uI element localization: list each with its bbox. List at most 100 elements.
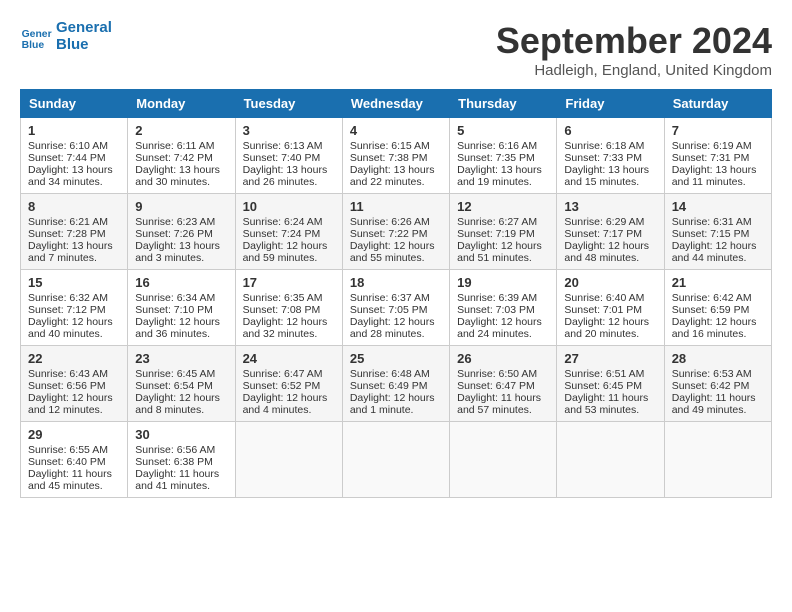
calendar-cell: 4Sunrise: 6:15 AMSunset: 7:38 PMDaylight… xyxy=(342,118,449,194)
weekday-header-tuesday: Tuesday xyxy=(235,90,342,118)
daylight-hours: Daylight: 12 hours and 20 minutes. xyxy=(564,316,656,340)
day-number: 25 xyxy=(350,351,442,366)
sunset-time: Sunset: 7:08 PM xyxy=(243,304,335,316)
sunset-time: Sunset: 7:15 PM xyxy=(672,228,764,240)
calendar-cell: 25Sunrise: 6:48 AMSunset: 6:49 PMDayligh… xyxy=(342,346,449,422)
sunrise-time: Sunrise: 6:51 AM xyxy=(564,368,656,380)
day-number: 18 xyxy=(350,275,442,290)
sunset-time: Sunset: 6:38 PM xyxy=(135,456,227,468)
weekday-header-thursday: Thursday xyxy=(450,90,557,118)
calendar-cell: 19Sunrise: 6:39 AMSunset: 7:03 PMDayligh… xyxy=(450,270,557,346)
day-number: 2 xyxy=(135,123,227,138)
daylight-hours: Daylight: 12 hours and 55 minutes. xyxy=(350,240,442,264)
sunset-time: Sunset: 7:40 PM xyxy=(243,152,335,164)
sunset-time: Sunset: 7:35 PM xyxy=(457,152,549,164)
daylight-hours: Daylight: 12 hours and 16 minutes. xyxy=(672,316,764,340)
calendar-cell xyxy=(664,422,771,498)
calendar-cell: 18Sunrise: 6:37 AMSunset: 7:05 PMDayligh… xyxy=(342,270,449,346)
sunset-time: Sunset: 7:10 PM xyxy=(135,304,227,316)
sunrise-time: Sunrise: 6:39 AM xyxy=(457,292,549,304)
calendar-cell: 2Sunrise: 6:11 AMSunset: 7:42 PMDaylight… xyxy=(128,118,235,194)
daylight-hours: Daylight: 13 hours and 34 minutes. xyxy=(28,164,120,188)
daylight-hours: Daylight: 11 hours and 41 minutes. xyxy=(135,468,227,492)
sunrise-time: Sunrise: 6:48 AM xyxy=(350,368,442,380)
sunrise-time: Sunrise: 6:10 AM xyxy=(28,140,120,152)
calendar-cell: 9Sunrise: 6:23 AMSunset: 7:26 PMDaylight… xyxy=(128,194,235,270)
calendar-cell: 13Sunrise: 6:29 AMSunset: 7:17 PMDayligh… xyxy=(557,194,664,270)
sunrise-time: Sunrise: 6:32 AM xyxy=(28,292,120,304)
day-number: 6 xyxy=(564,123,656,138)
day-number: 4 xyxy=(350,123,442,138)
calendar-cell: 10Sunrise: 6:24 AMSunset: 7:24 PMDayligh… xyxy=(235,194,342,270)
sunrise-time: Sunrise: 6:29 AM xyxy=(564,216,656,228)
day-number: 16 xyxy=(135,275,227,290)
day-number: 28 xyxy=(672,351,764,366)
sunrise-time: Sunrise: 6:56 AM xyxy=(135,444,227,456)
month-title: September 2024 xyxy=(496,20,772,62)
day-number: 14 xyxy=(672,199,764,214)
day-number: 13 xyxy=(564,199,656,214)
day-number: 15 xyxy=(28,275,120,290)
daylight-hours: Daylight: 13 hours and 26 minutes. xyxy=(243,164,335,188)
sunset-time: Sunset: 7:26 PM xyxy=(135,228,227,240)
sunset-time: Sunset: 7:38 PM xyxy=(350,152,442,164)
sunset-time: Sunset: 6:42 PM xyxy=(672,380,764,392)
calendar-cell: 28 Sunrise: 6:53 AMSunset: 6:42 PMDayligh… xyxy=(664,346,771,422)
daylight-hours: Daylight: 13 hours and 7 minutes. xyxy=(28,240,120,264)
daylight-hours: Daylight: 11 hours and 57 minutes. xyxy=(457,392,549,416)
day-number: 23 xyxy=(135,351,227,366)
daylight-hours: Daylight: 13 hours and 30 minutes. xyxy=(135,164,227,188)
day-number: 26 xyxy=(457,351,549,366)
daylight-hours: Daylight: 13 hours and 3 minutes. xyxy=(135,240,227,264)
weekday-header-monday: Monday xyxy=(128,90,235,118)
logo-text: GeneralBlue xyxy=(56,20,112,53)
calendar-cell xyxy=(342,422,449,498)
calendar-cell: 14Sunrise: 6:31 AMSunset: 7:15 PMDayligh… xyxy=(664,194,771,270)
sunrise-time: Sunrise: 6:40 AM xyxy=(564,292,656,304)
calendar-cell: 26Sunrise: 6:50 AMSunset: 6:47 PMDayligh… xyxy=(450,346,557,422)
daylight-hours: Daylight: 13 hours and 11 minutes. xyxy=(672,164,764,188)
sunset-time: Sunset: 6:59 PM xyxy=(672,304,764,316)
calendar-cell: 16Sunrise: 6:34 AMSunset: 7:10 PMDayligh… xyxy=(128,270,235,346)
weekday-header-saturday: Saturday xyxy=(664,90,771,118)
sunset-time: Sunset: 6:56 PM xyxy=(28,380,120,392)
day-number: 3 xyxy=(243,123,335,138)
calendar-cell: 1Sunrise: 6:10 AMSunset: 7:44 PMDaylight… xyxy=(21,118,128,194)
day-number: 19 xyxy=(457,275,549,290)
calendar-cell: 15 Sunrise: 6:32 AMSunset: 7:12 PMDayligh… xyxy=(21,270,128,346)
daylight-hours: Daylight: 12 hours and 12 minutes. xyxy=(28,392,120,416)
calendar-cell xyxy=(450,422,557,498)
day-number: 5 xyxy=(457,123,549,138)
day-number: 30 xyxy=(135,427,227,442)
sunrise-time: Sunrise: 6:45 AM xyxy=(135,368,227,380)
calendar-cell xyxy=(235,422,342,498)
sunset-time: Sunset: 7:01 PM xyxy=(564,304,656,316)
sunrise-time: Sunrise: 6:24 AM xyxy=(243,216,335,228)
day-number: 8 xyxy=(28,199,120,214)
calendar-week-3: 15Sunrise: 6:32 AMSunset: 7:12 PMDayligh… xyxy=(21,270,772,346)
sunrise-time: Sunrise: 6:53 AM xyxy=(672,368,764,380)
sunset-time: Sunset: 7:12 PM xyxy=(28,304,120,316)
sunset-time: Sunset: 7:24 PM xyxy=(243,228,335,240)
calendar-cell: 3Sunrise: 6:13 AMSunset: 7:40 PMDaylight… xyxy=(235,118,342,194)
calendar-cell: 21Sunrise: 6:42 AMSunset: 6:59 PMDayligh… xyxy=(664,270,771,346)
calendar-week-4: 22Sunrise: 6:43 AMSunset: 6:56 PMDayligh… xyxy=(21,346,772,422)
sunset-time: Sunset: 6:40 PM xyxy=(28,456,120,468)
daylight-hours: Daylight: 12 hours and 51 minutes. xyxy=(457,240,549,264)
sunset-time: Sunset: 7:19 PM xyxy=(457,228,549,240)
daylight-hours: Daylight: 13 hours and 15 minutes. xyxy=(564,164,656,188)
daylight-hours: Daylight: 11 hours and 49 minutes. xyxy=(672,392,764,416)
weekday-header-wednesday: Wednesday xyxy=(342,90,449,118)
svg-text:General: General xyxy=(22,29,52,40)
daylight-hours: Daylight: 11 hours and 53 minutes. xyxy=(564,392,656,416)
location: Hadleigh, England, United Kingdom xyxy=(496,62,772,79)
daylight-hours: Daylight: 12 hours and 40 minutes. xyxy=(28,316,120,340)
day-number: 12 xyxy=(457,199,549,214)
sunrise-time: Sunrise: 6:19 AM xyxy=(672,140,764,152)
sunrise-time: Sunrise: 6:18 AM xyxy=(564,140,656,152)
sunrise-time: Sunrise: 6:11 AM xyxy=(135,140,227,152)
day-number: 17 xyxy=(243,275,335,290)
day-number: 7 xyxy=(672,123,764,138)
daylight-hours: Daylight: 12 hours and 1 minute. xyxy=(350,392,442,416)
sunrise-time: Sunrise: 6:50 AM xyxy=(457,368,549,380)
